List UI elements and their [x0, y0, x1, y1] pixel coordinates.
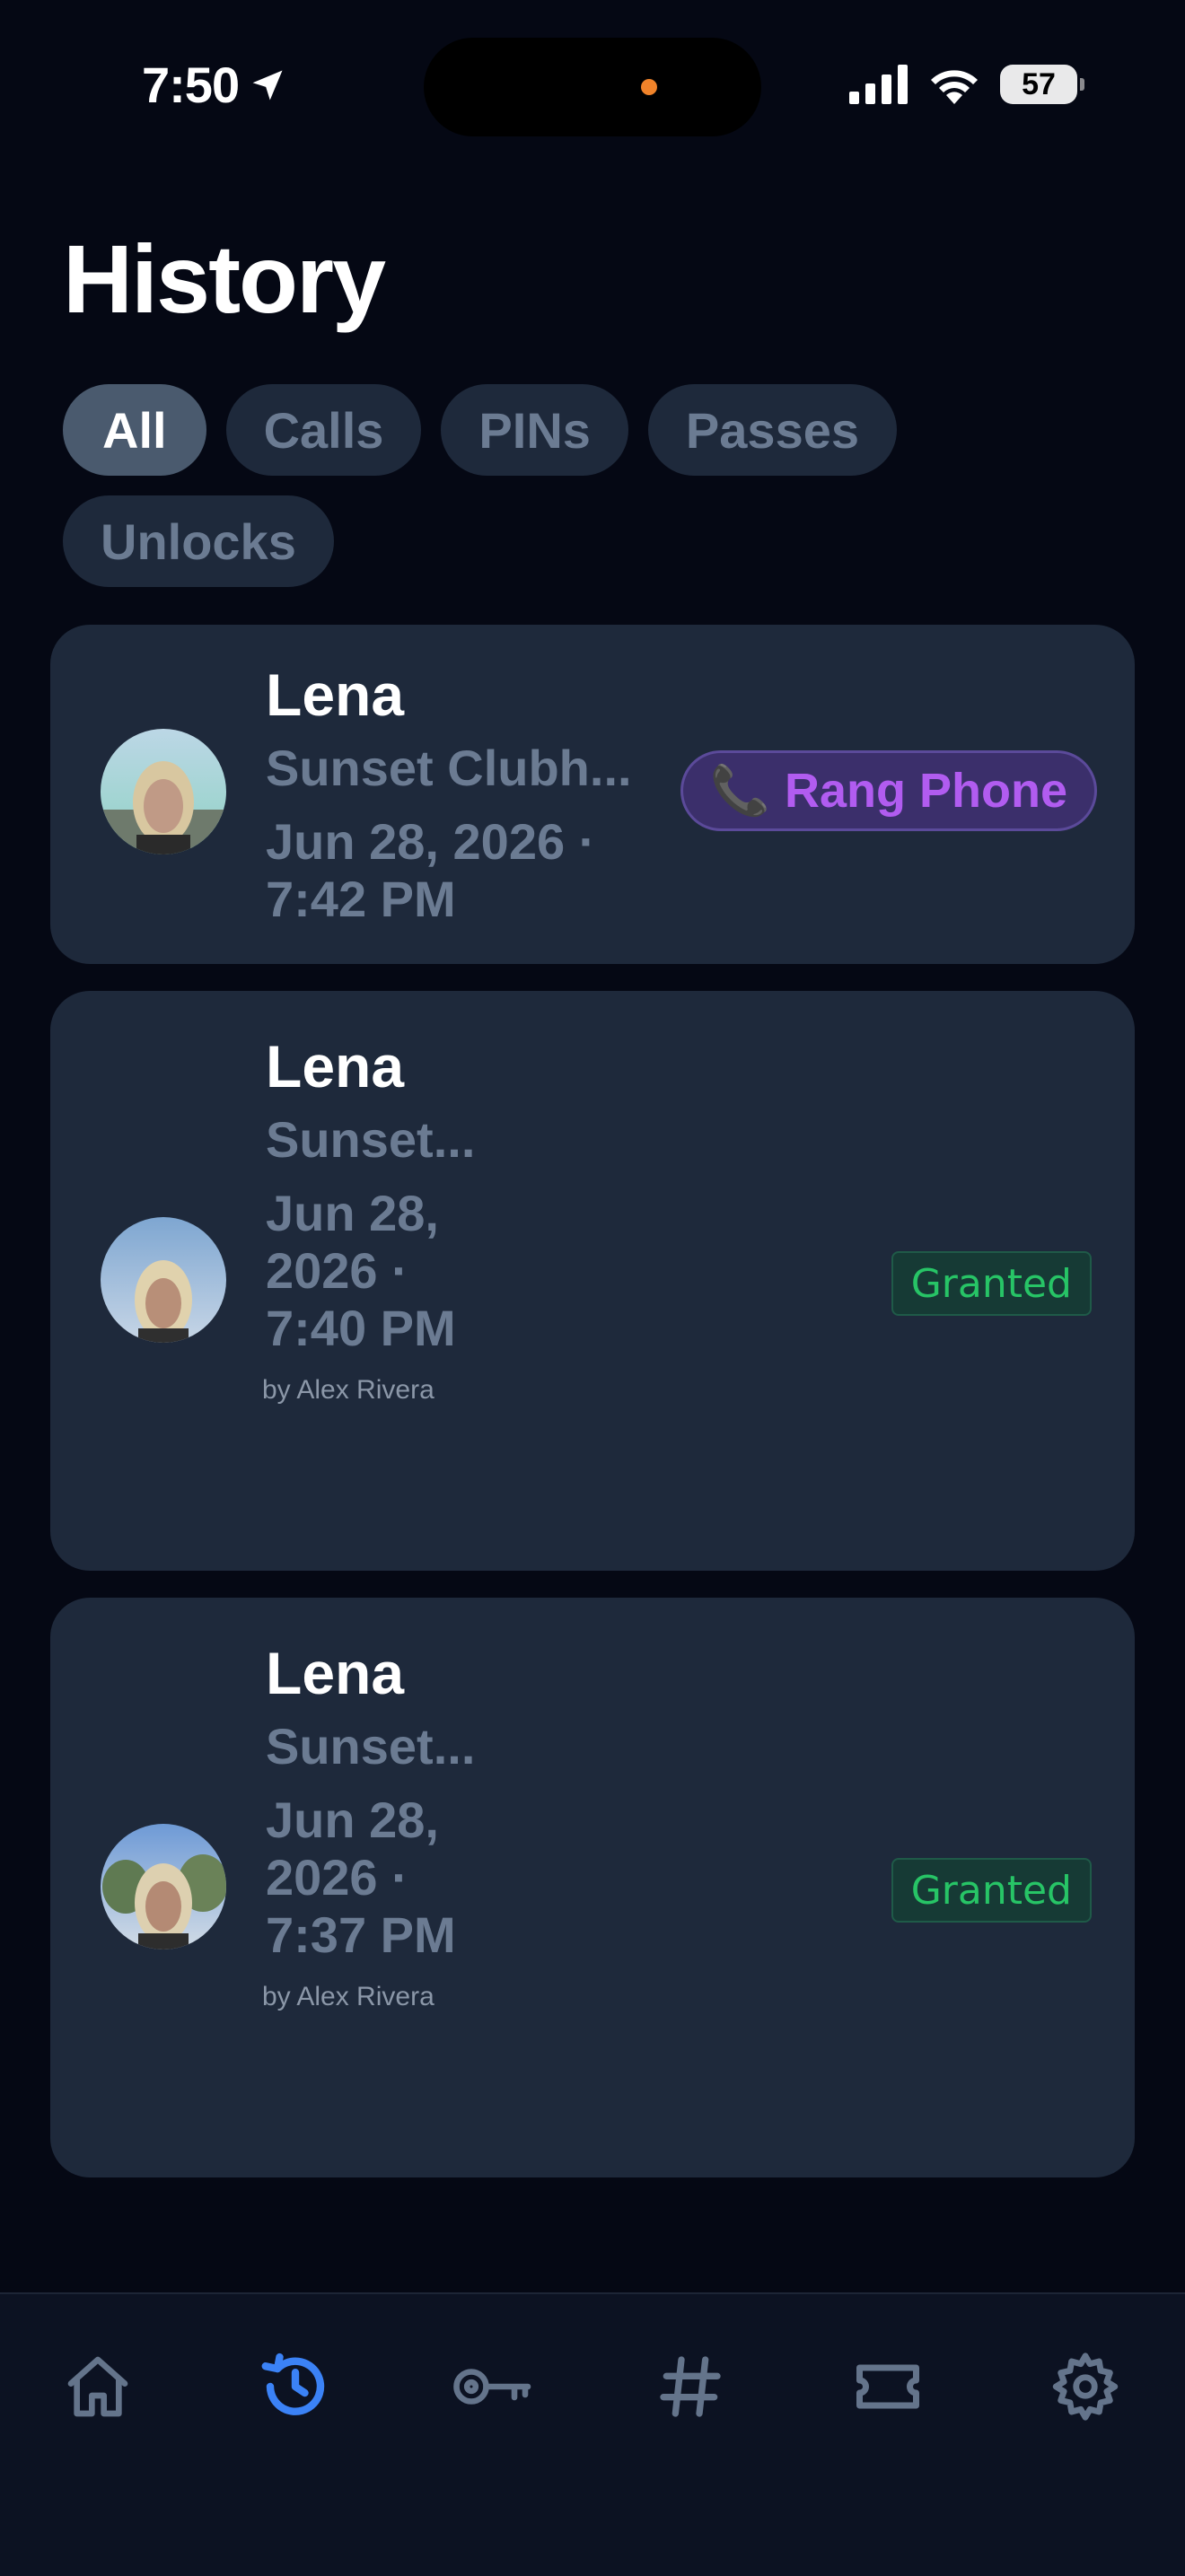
granted-by-text: by Alex Rivera: [262, 1375, 434, 1405]
avatar: [101, 729, 226, 854]
page-title: History: [63, 224, 386, 333]
timestamp-line-2: 2026 ·: [266, 1849, 408, 1906]
timestamp-line-3: 7:37 PM: [266, 1906, 456, 1963]
wifi-icon: [931, 70, 978, 104]
location-text: Sunset...: [266, 1111, 476, 1168]
clock-text: 7:50: [142, 57, 240, 113]
hashtag-icon: [660, 2356, 721, 2417]
filter-passes[interactable]: Passes: [647, 384, 897, 476]
tab-history[interactable]: [255, 2346, 336, 2427]
contact-name: Lena: [266, 1640, 405, 1706]
tab-settings[interactable]: [1045, 2346, 1126, 2427]
gear-icon: [1052, 2353, 1119, 2421]
history-item[interactable]: Lena Sunset... Jun 28, 2026 · 7:40 PM by…: [50, 991, 1135, 1571]
location-text: Sunset Clubh...: [266, 740, 632, 796]
filter-calls[interactable]: Calls: [225, 384, 422, 476]
granted-badge: Granted: [891, 1858, 1092, 1923]
filter-all[interactable]: All: [63, 384, 206, 476]
tab-home[interactable]: [57, 2346, 138, 2427]
avatar: [101, 1217, 226, 1343]
history-item[interactable]: Lena Sunset... Jun 28, 2026 · 7:37 PM by…: [50, 1598, 1135, 2177]
filter-pins[interactable]: PINs: [441, 384, 628, 476]
timestamp-line-2: 7:42 PM: [266, 871, 456, 927]
tab-passes[interactable]: [847, 2346, 928, 2427]
battery-indicator: 57: [1000, 65, 1084, 104]
key-icon: [453, 2369, 531, 2405]
timestamp-line-3: 7:40 PM: [266, 1300, 456, 1356]
history-item[interactable]: Lena Sunset Clubh... Jun 28, 2026 · 7:42…: [50, 625, 1135, 964]
home-icon: [67, 2356, 128, 2417]
status-time: 7:50: [142, 56, 287, 114]
phone-icon: 📞: [709, 763, 770, 818]
timestamp-line-1: Jun 28,: [266, 1792, 439, 1848]
filter-unlocks[interactable]: Unlocks: [63, 495, 334, 587]
cellular-signal-icon: [849, 65, 908, 104]
tab-bar: [0, 2292, 1185, 2576]
status-icons: 57: [849, 65, 1084, 104]
tab-pins[interactable]: [650, 2346, 731, 2427]
location-arrow-icon: [252, 70, 283, 100]
badge-label: Rang Phone: [784, 764, 1067, 818]
contact-name: Lena: [266, 662, 405, 728]
filter-chips: All Calls PINs Passes Unlocks: [63, 384, 961, 587]
contact-name: Lena: [266, 1033, 405, 1100]
history-icon: [261, 2353, 325, 2415]
dynamic-island: [424, 38, 761, 136]
timestamp-line-1: Jun 28, 2026 ·: [266, 813, 596, 870]
ticket-icon: [856, 2364, 919, 2409]
timestamp-line-2: 2026 ·: [266, 1242, 408, 1299]
timestamp-line-1: Jun 28,: [266, 1185, 439, 1241]
rang-phone-badge: 📞 Rang Phone: [680, 750, 1097, 831]
privacy-indicator-dot: [641, 79, 657, 95]
tab-keys[interactable]: [452, 2346, 533, 2427]
avatar: [101, 1824, 226, 1950]
location-text: Sunset...: [266, 1718, 476, 1774]
granted-by-text: by Alex Rivera: [262, 1982, 434, 2011]
battery-level: 57: [1022, 66, 1056, 101]
granted-badge: Granted: [891, 1251, 1092, 1316]
